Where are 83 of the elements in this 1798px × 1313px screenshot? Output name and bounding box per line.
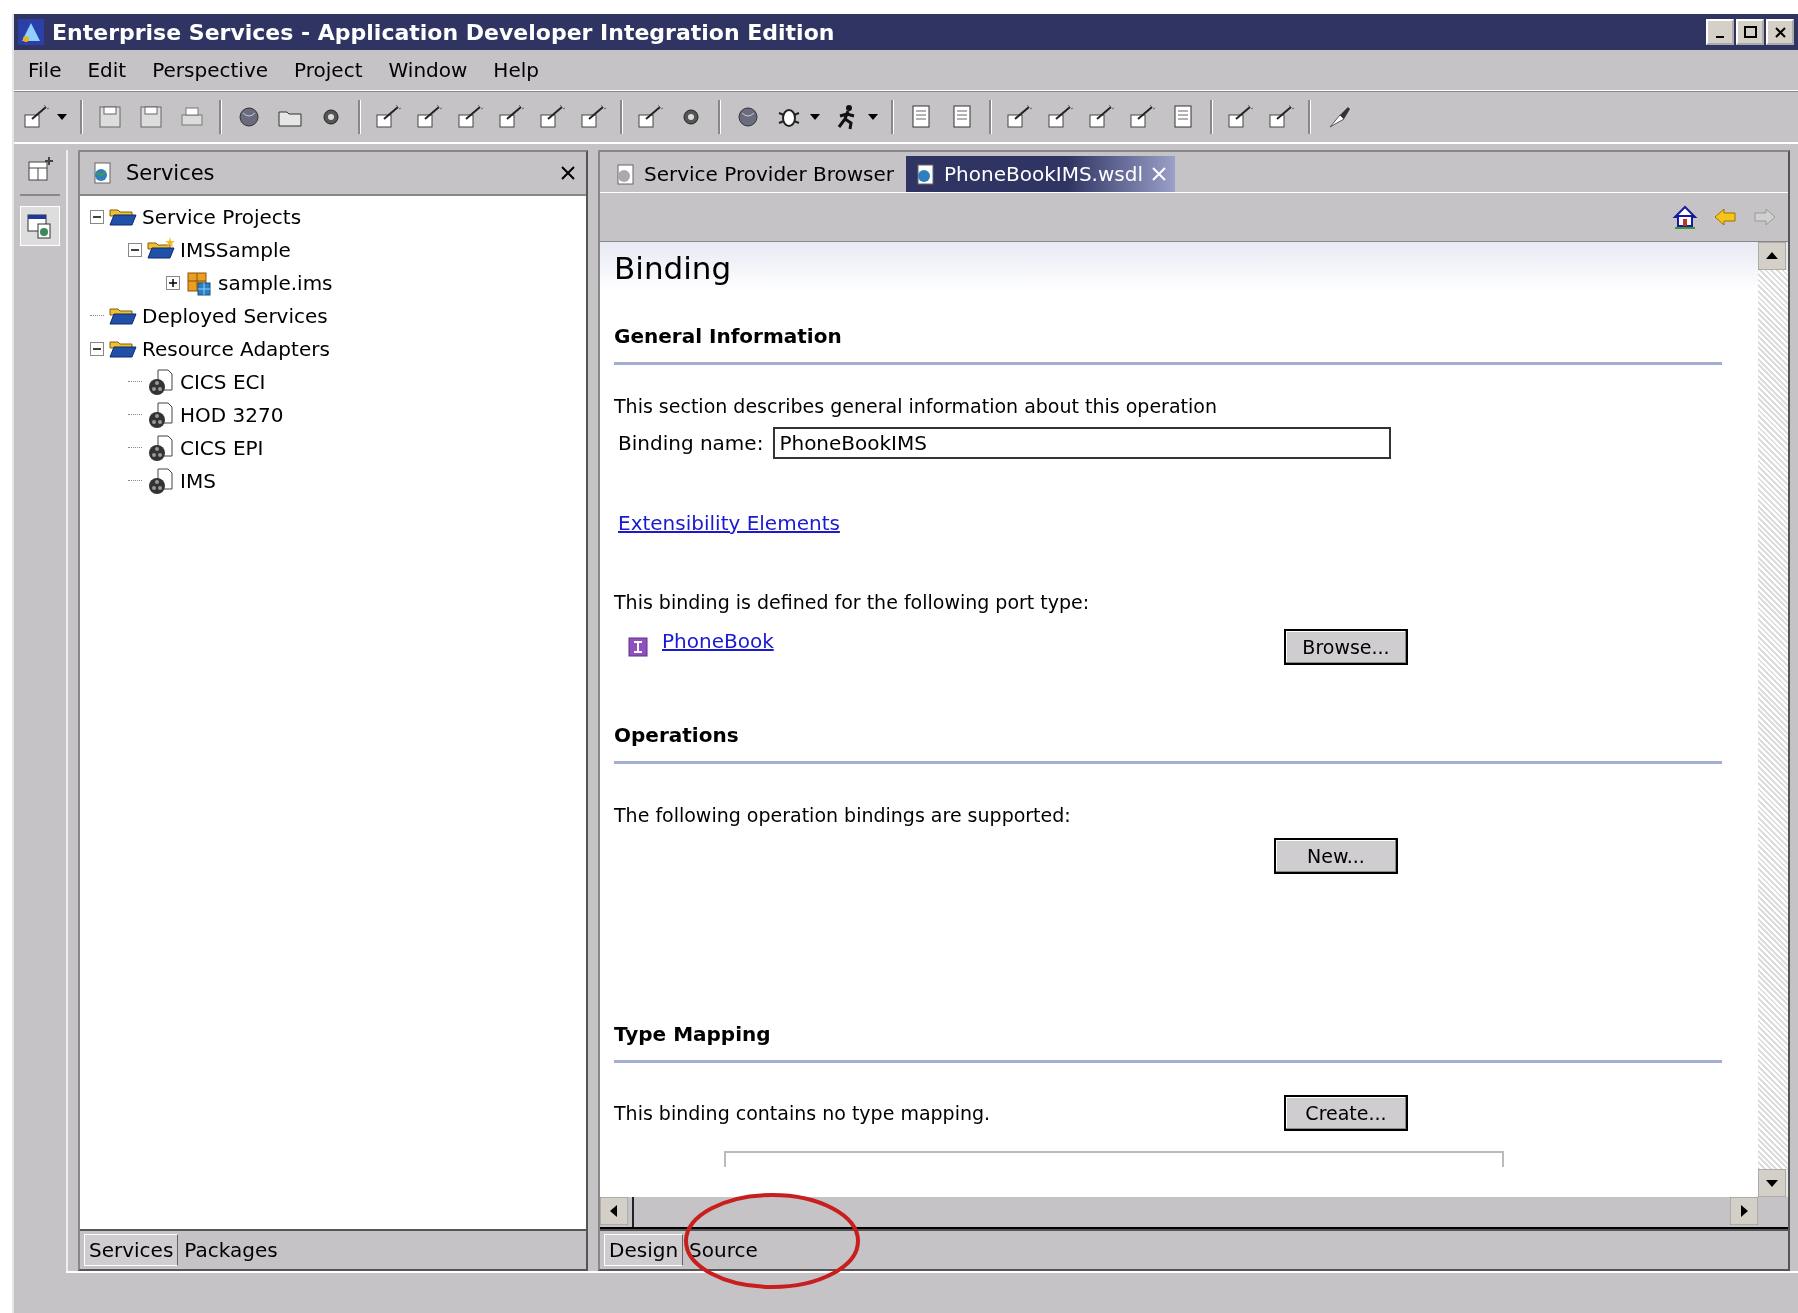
view-tab[interactable]: Packages (180, 1235, 282, 1265)
menu-item[interactable]: Window (388, 58, 468, 82)
wand-icon[interactable] (1267, 103, 1295, 131)
tree-item[interactable]: IMSSample (180, 237, 291, 262)
wand-icon[interactable] (456, 103, 484, 131)
wand-icon[interactable] (636, 103, 664, 131)
wand-icon[interactable] (1046, 103, 1074, 131)
wand-icon[interactable] (1128, 103, 1156, 131)
expand-icon[interactable] (166, 275, 180, 290)
collapse-icon[interactable] (90, 209, 104, 224)
wand-icon[interactable] (1005, 103, 1033, 131)
editor-tab[interactable]: Service Provider Browser (606, 156, 903, 192)
new-perspective-icon[interactable] (26, 156, 54, 184)
perspective-button[interactable] (20, 206, 60, 246)
view-tab[interactable]: Services (84, 1234, 179, 1266)
interface-icon (628, 637, 648, 657)
tree-item[interactable]: Resource Adapters (142, 336, 330, 361)
tree-item[interactable]: CICS EPI (180, 435, 264, 460)
close-icon[interactable] (560, 165, 576, 181)
minimize-button[interactable] (1706, 19, 1734, 45)
close-icon (1772, 24, 1788, 40)
adapter-document-icon (146, 367, 176, 396)
home-icon[interactable] (1672, 204, 1698, 230)
editor-tab[interactable]: PhoneBookIMS.wsdl (906, 156, 1175, 192)
minimize-icon (1716, 36, 1724, 38)
adapter-document-icon (146, 466, 176, 495)
page-heading: Binding (614, 250, 733, 286)
menu-item[interactable]: File (28, 58, 62, 82)
scroll-right-arrow-icon[interactable] (1730, 1197, 1758, 1225)
wand-icon[interactable] (579, 103, 607, 131)
extensibility-link[interactable]: Extensibility Elements (618, 511, 840, 535)
caret-icon[interactable] (810, 114, 820, 120)
create-button[interactable]: Create... (1284, 1095, 1408, 1131)
globe-document-icon (914, 163, 937, 185)
scroll-down-arrow-icon[interactable] (1758, 1169, 1786, 1197)
operations-text: The following operation bindings are supported: (614, 804, 1072, 826)
section-title: Operations (614, 723, 740, 747)
type-mapping-text: This binding contains no type mapping. (614, 1102, 991, 1124)
wand-icon[interactable] (1087, 103, 1115, 131)
caret-icon[interactable] (57, 114, 67, 120)
input-field[interactable] (724, 1151, 1504, 1167)
field-label: Binding name: (618, 431, 764, 455)
window-globe-icon (26, 212, 54, 240)
scroll-left-arrow-icon[interactable] (600, 1197, 628, 1225)
wand-icon[interactable] (497, 103, 525, 131)
adapter-document-icon (146, 400, 176, 429)
tree-item[interactable]: IMS (180, 468, 216, 493)
wand-icon[interactable] (22, 103, 50, 131)
maximize-button[interactable] (1736, 19, 1764, 45)
menu-item[interactable]: Help (493, 58, 539, 82)
tree-item[interactable]: HOD 3270 (180, 402, 284, 427)
binding-name-field[interactable]: PhoneBookIMS (773, 427, 1392, 459)
section-title: General Information (614, 324, 843, 348)
new-button[interactable]: New... (1274, 838, 1398, 874)
wand-icon[interactable] (538, 103, 566, 131)
editor-page-tab[interactable]: Design (604, 1234, 684, 1266)
tree-item[interactable]: Deployed Services (142, 303, 328, 328)
port-type-text: This binding is defined for the following port type: (614, 591, 1091, 613)
port-type-link[interactable]: PhoneBook (662, 629, 774, 653)
globe-document-icon (614, 163, 636, 185)
wand-icon[interactable] (415, 103, 443, 131)
wand-icon[interactable] (1226, 103, 1254, 131)
description-text: This section describes general information about this operation (614, 395, 1218, 417)
collapse-icon[interactable] (128, 242, 142, 257)
close-button[interactable] (1766, 19, 1794, 45)
scroll-up-arrow-icon[interactable] (1758, 242, 1786, 270)
collapse-icon[interactable] (90, 341, 104, 356)
editor-page-tab[interactable]: Source (685, 1235, 762, 1265)
wand-icon[interactable] (374, 103, 402, 131)
tree-item[interactable]: CICS ECI (180, 369, 266, 394)
view-title: Services (126, 161, 216, 185)
tree-item[interactable]: Service Projects (142, 204, 302, 229)
maximize-icon (1742, 24, 1758, 40)
app-logo-icon (18, 19, 44, 45)
tree-item[interactable]: sample.ims (218, 270, 333, 295)
menu-item[interactable]: Project (294, 58, 363, 82)
adapter-document-icon (146, 433, 176, 462)
menu-item[interactable]: Edit (87, 58, 127, 82)
section-title: Type Mapping (614, 1022, 772, 1046)
menu-item[interactable]: Perspective (152, 58, 269, 82)
caret-icon[interactable] (868, 114, 878, 120)
window-title: Enterprise Services - Application Developer Integration Edition (52, 19, 836, 45)
browse-button[interactable]: Browse... (1284, 629, 1408, 665)
